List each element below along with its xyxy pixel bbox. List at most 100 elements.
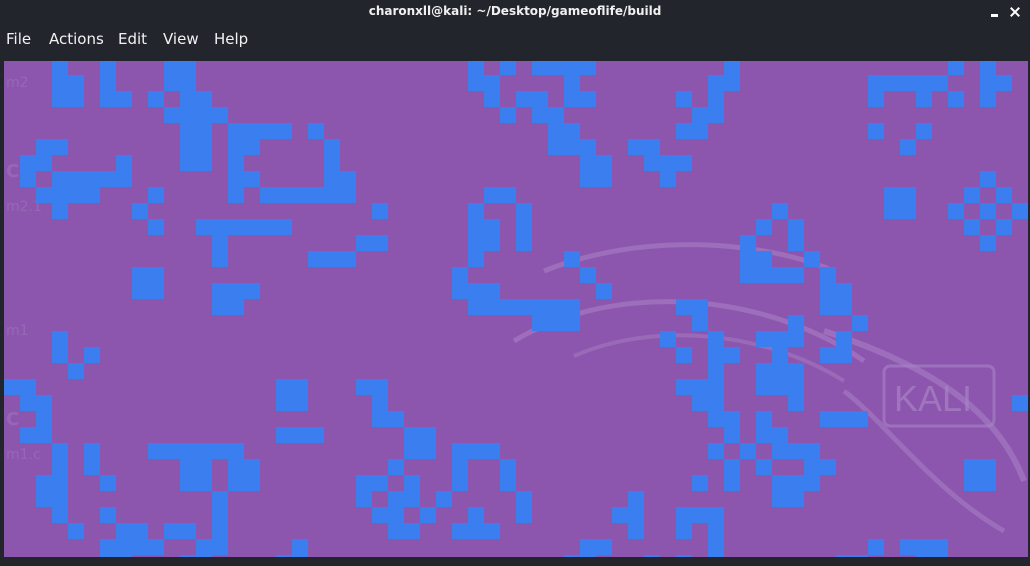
life-cell xyxy=(180,475,196,491)
life-cell xyxy=(164,443,180,459)
life-cell xyxy=(468,61,484,75)
life-cell xyxy=(756,331,772,347)
life-cell xyxy=(484,219,500,235)
life-cell xyxy=(516,219,532,235)
life-cell xyxy=(660,331,676,347)
life-cell xyxy=(244,123,260,139)
life-cell xyxy=(900,203,916,219)
life-cell xyxy=(180,75,196,91)
life-cell xyxy=(468,299,484,315)
life-cell xyxy=(52,187,68,203)
life-cell xyxy=(84,187,100,203)
life-cell xyxy=(836,411,852,427)
life-cell xyxy=(772,475,788,491)
life-cell xyxy=(340,171,356,187)
life-cell xyxy=(148,283,164,299)
menu-edit[interactable]: Edit xyxy=(118,30,147,48)
life-cell xyxy=(196,475,212,491)
life-cell xyxy=(932,539,948,555)
life-cell xyxy=(964,475,980,491)
life-cell xyxy=(372,411,388,427)
life-cell xyxy=(212,219,228,235)
life-cell xyxy=(532,107,548,123)
life-cell xyxy=(484,91,500,107)
life-cell xyxy=(708,363,724,379)
life-cell xyxy=(724,75,740,91)
life-cell xyxy=(212,443,228,459)
life-cell xyxy=(660,171,676,187)
life-cell xyxy=(596,283,612,299)
life-cell xyxy=(228,459,244,475)
life-cell xyxy=(228,475,244,491)
life-cell xyxy=(548,123,564,139)
life-cell xyxy=(36,395,52,411)
life-cell xyxy=(964,459,980,475)
menu-help[interactable]: Help xyxy=(214,30,248,48)
life-cell xyxy=(52,459,68,475)
life-cell xyxy=(852,315,868,331)
life-cell xyxy=(468,507,484,523)
life-cell xyxy=(116,523,132,539)
life-cell xyxy=(148,91,164,107)
life-cell xyxy=(852,411,868,427)
life-cell xyxy=(564,139,580,155)
life-cell xyxy=(708,411,724,427)
life-cell xyxy=(68,523,84,539)
life-cell xyxy=(564,61,580,75)
life-cell xyxy=(692,123,708,139)
life-cell xyxy=(404,523,420,539)
life-cell xyxy=(836,299,852,315)
life-cell xyxy=(388,491,404,507)
life-cell xyxy=(996,75,1012,91)
life-cell xyxy=(580,61,596,75)
life-cell xyxy=(148,219,164,235)
life-cell xyxy=(116,539,132,555)
life-cell xyxy=(580,139,596,155)
life-cell xyxy=(212,299,228,315)
life-cell xyxy=(292,395,308,411)
life-cell xyxy=(468,235,484,251)
life-cell xyxy=(132,283,148,299)
life-cell xyxy=(84,347,100,363)
life-cell xyxy=(52,443,68,459)
life-cell xyxy=(676,123,692,139)
life-cell xyxy=(36,491,52,507)
life-cell xyxy=(244,219,260,235)
life-cell xyxy=(100,539,116,555)
life-cell xyxy=(132,267,148,283)
life-cell xyxy=(788,491,804,507)
life-cell xyxy=(692,299,708,315)
life-cell xyxy=(596,539,612,555)
life-cell xyxy=(468,219,484,235)
life-cell xyxy=(756,427,772,443)
life-cell xyxy=(1012,395,1028,411)
life-cell xyxy=(836,347,852,363)
life-cell xyxy=(500,61,516,75)
life-cell xyxy=(84,443,100,459)
life-cell xyxy=(148,539,164,555)
life-cell xyxy=(276,219,292,235)
life-cell xyxy=(52,331,68,347)
terminal-area[interactable]: KALI m2 C m2.1 m1 C m1.c xyxy=(4,61,1028,557)
life-cell xyxy=(916,539,932,555)
life-cell xyxy=(212,523,228,539)
life-cell xyxy=(724,459,740,475)
life-cell xyxy=(900,139,916,155)
menu-actions[interactable]: Actions xyxy=(49,30,104,48)
life-cell xyxy=(196,459,212,475)
close-button[interactable] xyxy=(1009,6,1021,18)
life-cell xyxy=(964,219,980,235)
life-cell xyxy=(356,475,372,491)
life-cell xyxy=(484,235,500,251)
life-cell xyxy=(788,219,804,235)
minimize-button[interactable] xyxy=(989,6,1001,18)
menu-file[interactable]: File xyxy=(6,30,31,48)
life-cell xyxy=(708,91,724,107)
menu-view[interactable]: View xyxy=(163,30,199,48)
life-cell xyxy=(724,61,740,75)
life-cell xyxy=(228,171,244,187)
life-cell xyxy=(196,539,212,555)
life-cell xyxy=(148,267,164,283)
life-cell xyxy=(52,139,68,155)
life-cell xyxy=(564,75,580,91)
